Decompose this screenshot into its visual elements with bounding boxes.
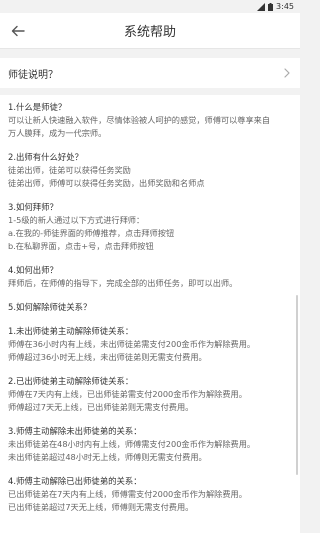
section-heading: 4.如何出师？ (8, 265, 58, 275)
header: 系统帮助 (0, 13, 300, 49)
back-arrow-icon (11, 25, 25, 37)
section-line: 徒弟出师，徒弟可以获得任务奖励 (8, 165, 131, 175)
section-line: a.在我的-师徒界面的师傅推荐，点击拜师按钮 (8, 228, 175, 238)
help-section: 1.什么是师徒？ 可以让新人快速融入软件，尽情体验被人呵护的感觉，师傅可以尊享来自… (8, 101, 292, 140)
section-line: 拜师后，在师傅的指导下，完成全部的出师任务，即可以出师。 (8, 278, 238, 288)
section-line: 师傅超过7天无上线，已出师徒弟则无需支付费用。 (8, 402, 194, 412)
help-content: 1.什么是师徒？ 可以让新人快速融入软件，尽情体验被人呵护的感觉，师傅可以尊享来自… (0, 95, 300, 533)
help-section: 1.未出师徒弟主动解除师徒关系： 师傅在36小时内有上线，未出师徒弟需支付200金… (8, 325, 292, 364)
help-section: 4.师傅主动解除已出师徒弟的关系： 已出师徒弟在7天内有上线，师傅需支付2000金… (8, 475, 292, 514)
back-button[interactable] (8, 21, 28, 41)
section-heading: 1.什么是师徒？ (8, 102, 67, 112)
section-heading: 3.师傅主动解除未出师徒弟的关系： (8, 426, 142, 436)
battery-icon (268, 2, 274, 11)
section-line: 万人膜拜，成为一代宗师。 (8, 128, 107, 138)
section-line: 徒弟出师，师傅可以获得任务奖励，出师奖励和名师点 (8, 178, 205, 188)
chevron-right-icon (284, 68, 290, 78)
section-line: 未出师徒弟在48小时内有上线，师傅需支付200金币作为解除费用。 (8, 439, 256, 449)
section-line: b.在私聊界面，点击+号，点击拜师按钮 (8, 241, 154, 251)
help-section: 2.已出师徒弟主动解除师徒关系： 师傅在7天内有上线，已出师徒弟需支付2000金币… (8, 375, 292, 414)
question-label: 师徒说明？ (8, 69, 58, 81)
help-section: 3.师傅主动解除未出师徒弟的关系： 未出师徒弟在48小时内有上线，师傅需支付200… (8, 425, 292, 464)
page-title: 系统帮助 (123, 25, 176, 40)
section-heading: 5.如何解除师徒关系？ (8, 302, 92, 312)
status-icons: 3:45 (257, 2, 294, 11)
section-line: 师傅在7天内有上线，已出师徒弟需支付2000金币作为解除费用。 (8, 389, 247, 399)
section-heading: 2.出师有什么好处？ (8, 152, 83, 162)
section-line: 已出师徒弟在7天内有上线，师傅需支付2000金币作为解除费用。 (8, 489, 247, 499)
section-heading: 2.已出师徒弟主动解除师徒关系： (8, 376, 134, 386)
status-bar: 3:45 (0, 0, 300, 13)
help-section: 5.如何解除师徒关系？ (8, 301, 292, 314)
signal-icon (257, 2, 266, 11)
section-heading: 3.如何拜师？ (8, 202, 58, 212)
status-time: 3:45 (276, 2, 294, 11)
section-line: 未出师徒弟超过48小时无上线，师傅则无需支付费用。 (8, 452, 207, 462)
section-line: 1-5级的新人通过以下方式进行拜师： (8, 215, 145, 225)
scrollbar[interactable] (296, 295, 298, 475)
section-line: 已出师徒弟超过7天无上线，师傅则无需支付费用。 (8, 502, 194, 512)
question-row[interactable]: 师徒说明？ (0, 58, 300, 88)
help-section: 3.如何拜师？ 1-5级的新人通过以下方式进行拜师： a.在我的-师徒界面的师傅推荐… (8, 201, 292, 253)
section-heading: 4.师傅主动解除已出师徒弟的关系： (8, 476, 142, 486)
section-line: 师傅超过36小时无上线，未出师徒弟则无需支付费用。 (8, 352, 207, 362)
section-line: 师傅在36小时内有上线，未出师徒弟需支付200金币作为解除费用。 (8, 339, 256, 349)
help-section: 2.出师有什么好处？ 徒弟出师，徒弟可以获得任务奖励徒弟出师，师傅可以获得任务奖励… (8, 151, 292, 190)
help-section: 4.如何出师？ 拜师后，在师傅的指导下，完成全部的出师任务，即可以出师。 (8, 264, 292, 290)
section-line: 可以让新人快速融入软件，尽情体验被人呵护的感觉，师傅可以尊享来自 (8, 115, 271, 125)
section-heading: 1.未出师徒弟主动解除师徒关系： (8, 326, 134, 336)
